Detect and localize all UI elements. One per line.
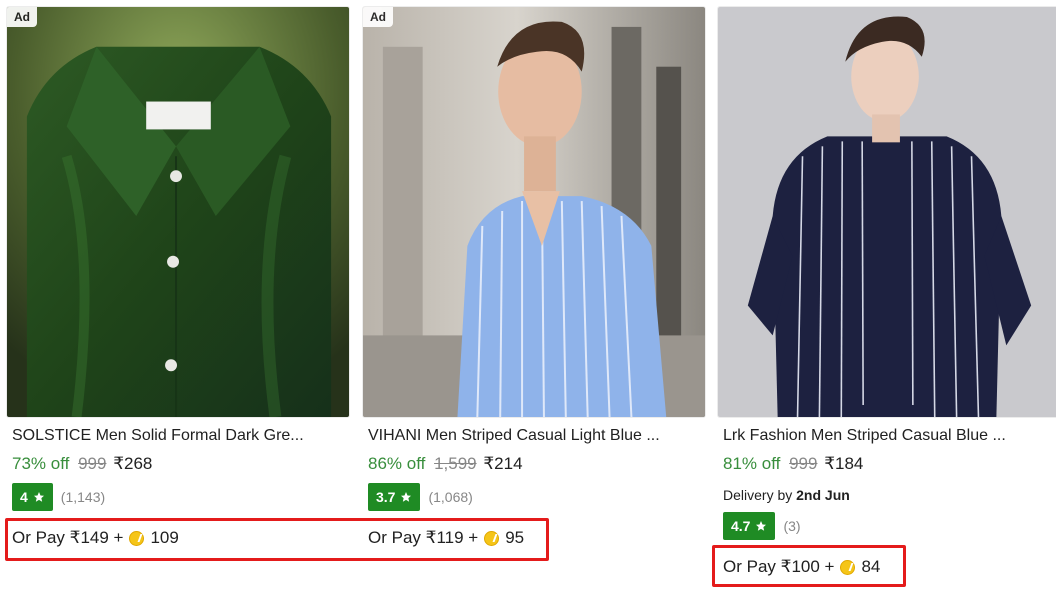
rating-badge: 4.7 — [723, 512, 776, 540]
final-price: ₹268 — [113, 454, 153, 473]
product-image[interactable]: Ad — [6, 6, 350, 418]
coin-amount: 109 — [150, 528, 179, 547]
price-row: 86% off 1,599 ₹214 — [368, 454, 523, 474]
shirt-image — [718, 7, 1056, 417]
delivery-info: Delivery by 2nd Jun — [723, 487, 850, 503]
product-title[interactable]: SOLSTICE Men Solid Formal Dark Gre... — [12, 427, 344, 445]
coin-pay-row: Or Pay ₹149 + 109 — [12, 528, 179, 548]
price-row: 73% off 999 ₹268 — [12, 454, 152, 474]
product-title[interactable]: VIHANI Men Striped Casual Light Blue ... — [368, 427, 700, 445]
rating-badge: 4 — [12, 483, 53, 511]
shirt-image — [7, 7, 349, 417]
final-price: ₹184 — [824, 454, 864, 473]
ad-badge: Ad — [7, 7, 37, 27]
delivery-date: 2nd Jun — [796, 487, 850, 503]
pay-text: Or Pay ₹100 + — [723, 557, 835, 576]
rating-value: 4 — [20, 489, 28, 505]
rating-count: (1,068) — [428, 489, 473, 505]
star-icon — [33, 492, 44, 502]
product-card[interactable]: Lrk Fashion Men Striped Casual Blue ... … — [717, 0, 1056, 589]
original-price: 999 — [789, 454, 818, 473]
coin-pay-row: Or Pay ₹119 + 95 — [368, 528, 524, 548]
pay-text: Or Pay ₹119 + — [368, 528, 479, 547]
product-image[interactable] — [717, 6, 1056, 418]
product-card[interactable]: Ad — [6, 0, 350, 589]
pay-text: Or Pay ₹149 + — [12, 528, 124, 547]
ad-badge: Ad — [363, 7, 393, 27]
supercoin-icon — [129, 530, 145, 546]
rating-row: 3.7 (1,068) — [368, 483, 473, 511]
rating-count: (1,143) — [60, 489, 106, 505]
coin-pay-row: Or Pay ₹100 + 84 — [723, 557, 880, 577]
original-price: 999 — [78, 454, 107, 473]
coin-amount: 84 — [861, 557, 881, 576]
discount-percent: 86% off — [368, 454, 426, 473]
coin-amount: 95 — [505, 528, 525, 547]
product-image[interactable]: Ad — [362, 6, 706, 418]
supercoin-icon — [484, 530, 500, 546]
rating-row: 4.7 (3) — [723, 512, 801, 540]
rating-count: (3) — [783, 518, 801, 534]
product-title[interactable]: Lrk Fashion Men Striped Casual Blue ... — [723, 427, 1055, 445]
rating-value: 4.7 — [731, 518, 751, 534]
discount-percent: 73% off — [12, 454, 70, 473]
shirt-image — [363, 7, 705, 417]
price-row: 81% off 999 ₹184 — [723, 454, 863, 474]
rating-badge: 3.7 — [368, 483, 421, 511]
star-icon — [401, 492, 412, 502]
rating-value: 3.7 — [376, 489, 396, 505]
rating-row: 4 (1,143) — [12, 483, 105, 511]
discount-percent: 81% off — [723, 454, 781, 473]
delivery-prefix: Delivery by — [723, 487, 793, 503]
product-grid: Ad SOLSTICE Men Solid Formal Dark Gre...… — [0, 0, 1056, 589]
supercoin-icon — [840, 559, 856, 575]
final-price: ₹214 — [483, 454, 523, 473]
star-icon — [756, 521, 767, 531]
original-price: 1,599 — [434, 454, 477, 473]
product-card[interactable]: Ad — [362, 0, 706, 589]
